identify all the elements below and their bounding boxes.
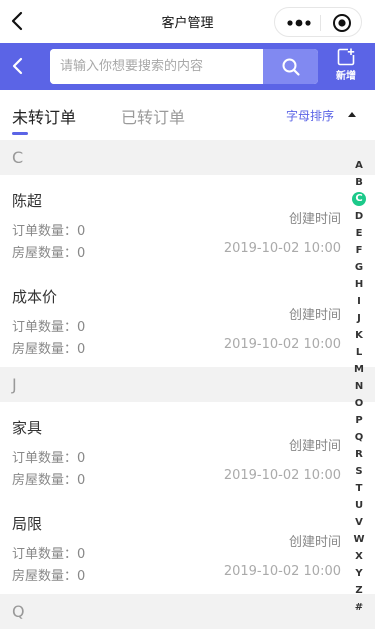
index-letter-w[interactable]: W — [352, 531, 366, 548]
customer-name: 局限 — [12, 515, 43, 533]
created-time-label: 创建时间 — [288, 212, 341, 227]
house-count: 房屋数量：0 — [12, 246, 86, 261]
index-letter-d[interactable]: D — [352, 208, 366, 225]
group-header-q: Q — [0, 594, 375, 629]
index-letter-i[interactable]: I — [352, 293, 366, 310]
list-item[interactable]: 局限 订单数量：0 房屋数量：0 创建时间 2019-10-02 10:00 — [0, 498, 375, 594]
active-tab-indicator — [12, 132, 28, 135]
target-icon[interactable] — [332, 13, 352, 33]
index-letter-t[interactable]: T — [352, 480, 366, 497]
index-letter-a[interactable]: A — [352, 157, 366, 174]
top-bar: 客户管理 — [0, 0, 375, 43]
index-letter-n[interactable]: N — [352, 378, 366, 395]
index-letter-z[interactable]: Z — [352, 582, 366, 599]
created-time-value: 2019-10-02 10:00 — [223, 241, 341, 256]
list-item[interactable]: 陈超 订单数量：0 房屋数量：0 创建时间 2019-10-02 10:00 — [0, 175, 375, 271]
index-letter-v[interactable]: V — [352, 514, 366, 531]
index-letter-hash[interactable]: # — [352, 599, 366, 616]
house-count: 房屋数量：0 — [12, 569, 86, 584]
search-back-icon[interactable] — [8, 55, 28, 77]
index-letter-p[interactable]: P — [352, 412, 366, 429]
tab-converted-orders[interactable]: 已转订单 — [121, 104, 185, 128]
search-bar: 新增 — [0, 43, 375, 90]
search-button[interactable] — [263, 49, 318, 84]
order-count: 订单数量：0 — [12, 547, 86, 562]
customer-list: C 陈超 订单数量：0 房屋数量：0 创建时间 2019-10-02 10:00… — [0, 140, 375, 629]
search-input[interactable] — [50, 49, 263, 84]
caret-up-icon[interactable] — [348, 112, 356, 117]
search-icon — [282, 58, 300, 76]
index-letter-y[interactable]: Y — [352, 565, 366, 582]
index-letter-r[interactable]: R — [352, 446, 366, 463]
capsule-divider — [320, 15, 321, 31]
list-item[interactable]: 成本价 订单数量：0 房屋数量：0 创建时间 2019-10-02 10:00 — [0, 271, 375, 367]
index-letter-b[interactable]: B — [352, 174, 366, 191]
created-time-label: 创建时间 — [288, 535, 341, 550]
house-count: 房屋数量：0 — [12, 342, 86, 357]
created-time-value: 2019-10-02 10:00 — [223, 468, 341, 483]
index-letter-q[interactable]: Q — [352, 429, 366, 446]
index-letter-f[interactable]: F — [352, 242, 366, 259]
index-letter-k[interactable]: K — [352, 327, 366, 344]
add-button[interactable]: 新增 — [329, 48, 363, 86]
index-letter-s[interactable]: S — [352, 463, 366, 480]
index-letter-e[interactable]: E — [352, 225, 366, 242]
index-letter-l[interactable]: L — [352, 344, 366, 361]
group-header-j: J — [0, 367, 375, 402]
customer-name: 成本价 — [12, 288, 58, 306]
tab-unconverted-orders[interactable]: 未转订单 — [12, 104, 76, 128]
alphabet-index: A B C D E F G H I J K L M N O P Q R S T U V W X Y Z # — [352, 157, 366, 616]
index-letter-o[interactable]: O — [352, 395, 366, 412]
list-item[interactable]: 家具 订单数量：0 房屋数量：0 创建时间 2019-10-02 10:00 — [0, 402, 375, 498]
created-time-value: 2019-10-02 10:00 — [223, 564, 341, 579]
customer-name: 陈超 — [12, 192, 43, 210]
order-count: 订单数量：0 — [12, 320, 86, 335]
created-time-value: 2019-10-02 10:00 — [223, 337, 341, 352]
order-count: 订单数量：0 — [12, 451, 86, 466]
index-letter-x[interactable]: X — [352, 548, 366, 565]
tab-bar: 未转订单 已转订单 字母排序 — [0, 90, 375, 140]
created-time-label: 创建时间 — [288, 308, 341, 323]
add-icon — [337, 48, 355, 66]
more-dots-icon[interactable] — [285, 15, 315, 29]
index-letter-j[interactable]: J — [352, 310, 366, 327]
created-time-label: 创建时间 — [288, 439, 341, 454]
group-header-c: C — [0, 140, 375, 175]
search-box — [50, 49, 318, 84]
index-letter-m[interactable]: M — [352, 361, 366, 378]
index-letter-u[interactable]: U — [352, 497, 366, 514]
index-letter-c[interactable]: C — [352, 192, 366, 206]
index-letter-h[interactable]: H — [352, 276, 366, 293]
order-count: 订单数量：0 — [12, 224, 86, 239]
add-button-label: 新增 — [336, 71, 356, 82]
customer-name: 家具 — [12, 419, 43, 437]
menu-capsule — [274, 7, 362, 37]
index-letter-g[interactable]: G — [352, 259, 366, 276]
sort-toggle[interactable]: 字母排序 — [286, 107, 334, 124]
house-count: 房屋数量：0 — [12, 473, 86, 488]
